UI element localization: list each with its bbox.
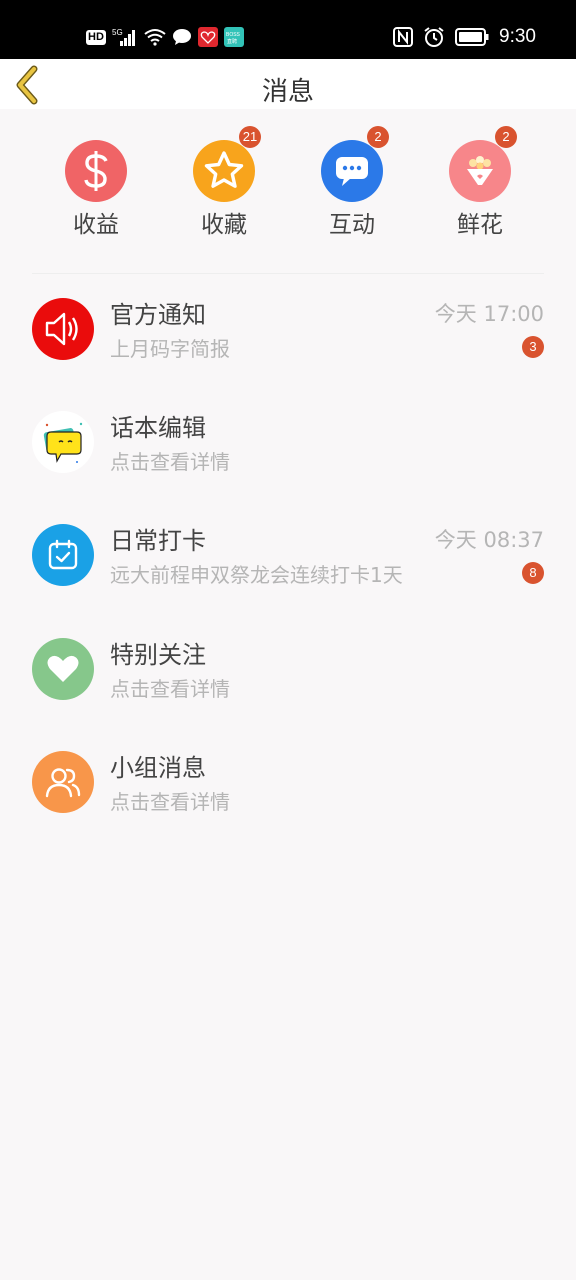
flowers-count-badge: 2	[495, 126, 517, 148]
app-heart-icon	[197, 27, 218, 47]
battery-icon	[455, 28, 489, 46]
dollar-icon	[65, 140, 127, 202]
chat-icon: 2	[321, 126, 389, 202]
message-title: 话本编辑	[110, 414, 206, 442]
message-preview: 远大前程申双祭龙会连续打卡1天	[110, 563, 403, 587]
category-label: 收益	[73, 212, 119, 238]
alarm-icon	[424, 27, 444, 47]
message-title: 特别关注	[110, 641, 206, 669]
wifi-icon	[144, 29, 166, 46]
message-time: 今天 17:00	[434, 302, 544, 326]
group-users-icon	[32, 751, 94, 813]
hd-icon: HD	[86, 29, 106, 45]
category-earnings[interactable]: 收益	[41, 140, 151, 250]
message-item-daily-checkin[interactable]: 日常打卡 远大前程申双祭龙会连续打卡1天 今天 08:37 8	[0, 524, 576, 630]
category-favorites[interactable]: 21 收藏	[169, 126, 279, 250]
message-item-editor[interactable]: 话本编辑 点击查看详情	[0, 411, 576, 517]
nfc-icon	[393, 27, 414, 47]
heart-icon	[32, 638, 94, 700]
message-item-special-follow[interactable]: 特别关注 点击查看详情	[0, 638, 576, 744]
star-icon: 21	[193, 126, 261, 202]
svg-text:BOSS: BOSS	[226, 32, 241, 38]
editor-avatar-icon	[32, 411, 94, 473]
status-bar-left-icons: HD 5G BOSS 直聘	[86, 26, 244, 48]
interactions-count-badge: 2	[367, 126, 389, 148]
status-bar: HD 5G BOSS 直聘 9:30	[0, 0, 576, 59]
message-preview: 上月码字简报	[110, 337, 230, 361]
message-title: 小组消息	[110, 754, 206, 782]
message-preview: 点击查看详情	[110, 790, 230, 814]
category-flowers[interactable]: 2 鲜花	[425, 126, 535, 250]
section-divider	[32, 273, 544, 274]
svg-text:5G: 5G	[112, 28, 123, 37]
message-item-group[interactable]: 小组消息 点击查看详情	[0, 751, 576, 857]
app-boss-icon: BOSS 直聘	[223, 27, 244, 47]
favorites-count-badge: 21	[239, 126, 261, 148]
message-title: 日常打卡	[110, 527, 206, 555]
speaker-icon	[32, 298, 94, 360]
unread-badge: 8	[522, 562, 544, 584]
page-title: 消息	[261, 77, 314, 107]
message-item-official-notice[interactable]: 官方通知 上月码字简报 今天 17:00 3	[0, 298, 576, 404]
svg-text:直聘: 直聘	[227, 38, 237, 45]
message-preview: 点击查看详情	[110, 677, 230, 701]
category-label: 收藏	[201, 212, 247, 238]
category-interactions[interactable]: 2 互动	[297, 126, 407, 250]
message-title: 官方通知	[110, 301, 206, 329]
status-bar-right-icons: 9:30	[393, 24, 536, 50]
chat-bubble-icon	[172, 29, 191, 45]
header-bar: 消息	[0, 59, 576, 109]
category-label: 互动	[329, 212, 375, 238]
unread-badge: 3	[522, 336, 544, 358]
status-time: 9:30	[499, 26, 536, 47]
calendar-check-icon	[32, 524, 94, 586]
5g-signal-icon: 5G	[112, 28, 135, 46]
message-time: 今天 08:37	[434, 528, 544, 552]
message-preview: 点击查看详情	[110, 450, 230, 474]
category-label: 鲜花	[457, 212, 503, 238]
flower-bouquet-icon: 2	[449, 126, 517, 202]
